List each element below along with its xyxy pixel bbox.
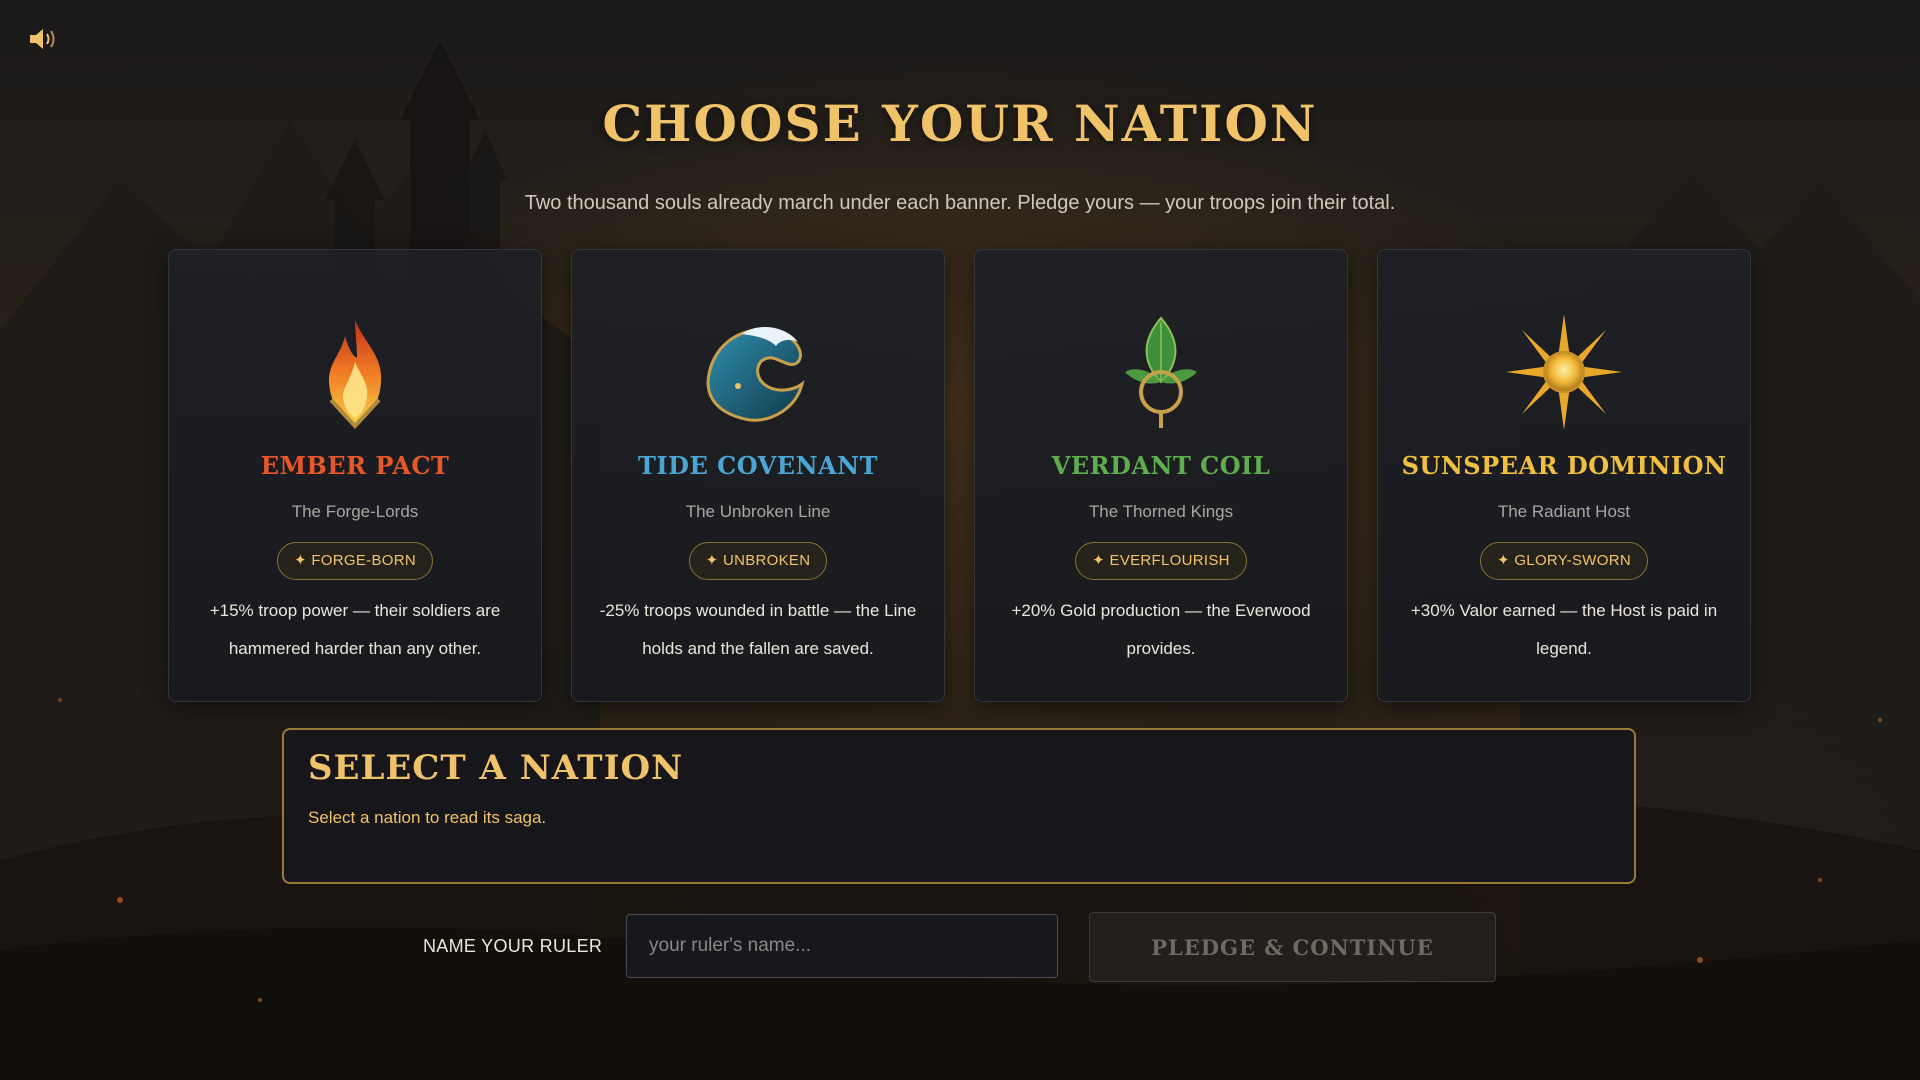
- page-title: CHOOSE YOUR NATION: [602, 94, 1318, 153]
- nation-cards: EMBER PACT The Forge-Lords ✦ FORGE-BORN …: [168, 249, 1752, 702]
- nation-card-ember-pact[interactable]: EMBER PACT The Forge-Lords ✦ FORGE-BORN …: [168, 249, 542, 702]
- nation-description: -25% troops wounded in battle — the Line…: [599, 601, 917, 658]
- nation-epithet: The Radiant Host: [1497, 502, 1631, 521]
- page-subtitle: Two thousand souls already march under e…: [524, 192, 1396, 214]
- nation-description: +20% Gold production — the Everwood prov…: [1011, 601, 1311, 658]
- nation-card-verdant-coil[interactable]: VERDANT COIL The Thorned Kings ✦ EVERFLO…: [974, 249, 1348, 702]
- nation-trait-badge: ✦ FORGE-BORN: [276, 542, 433, 580]
- nation-trait-badge: ✦ GLORY-SWORN: [1480, 542, 1648, 580]
- sound-toggle-button[interactable]: [28, 26, 62, 52]
- nation-name: SUNSPEAR DOMINION: [1401, 451, 1727, 480]
- wave-emblem-icon: [706, 327, 805, 422]
- nation-card-sunspear-dominion[interactable]: SUNSPEAR DOMINION The Radiant Host ✦ GLO…: [1377, 249, 1751, 702]
- speaker-icon: [30, 29, 55, 49]
- sun-emblem-icon: [1506, 314, 1622, 430]
- details-text: Select a nation to read its saga.: [308, 808, 547, 827]
- flame-emblem-icon: [328, 320, 382, 429]
- pledge-continue-button[interactable]: PLEDGE & CONTINUE: [1089, 912, 1496, 982]
- ruler-name-row: NAME YOUR RULER PLEDGE & CONTINUE: [0, 912, 1920, 984]
- nation-name: TIDE COVENANT: [638, 451, 878, 480]
- nation-description: +30% Valor earned — the Host is paid in …: [1410, 601, 1718, 658]
- nation-trait-badge: ✦ UNBROKEN: [688, 542, 828, 580]
- nation-description: +15% troop power — their soldiers are ha…: [209, 601, 501, 658]
- nation-trait-badge: ✦ EVERFLOURISH: [1075, 542, 1247, 580]
- ruler-name-input[interactable]: [626, 914, 1058, 978]
- details-title: SELECT A NATION: [308, 748, 684, 788]
- leaf-emblem-icon: [1125, 316, 1197, 428]
- nation-card-tide-covenant[interactable]: TIDE COVENANT The Unbroken Line ✦ UNBROK…: [571, 249, 945, 702]
- nation-details-panel: SELECT A NATION Select a nation to read …: [282, 728, 1636, 884]
- nation-epithet: The Thorned Kings: [1088, 502, 1234, 521]
- ruler-name-label: NAME YOUR RULER: [423, 936, 603, 956]
- nation-name: VERDANT COIL: [1051, 451, 1271, 480]
- nation-epithet: The Forge-Lords: [291, 502, 419, 521]
- nation-name: EMBER PACT: [260, 451, 450, 480]
- nation-epithet: The Unbroken Line: [685, 502, 831, 521]
